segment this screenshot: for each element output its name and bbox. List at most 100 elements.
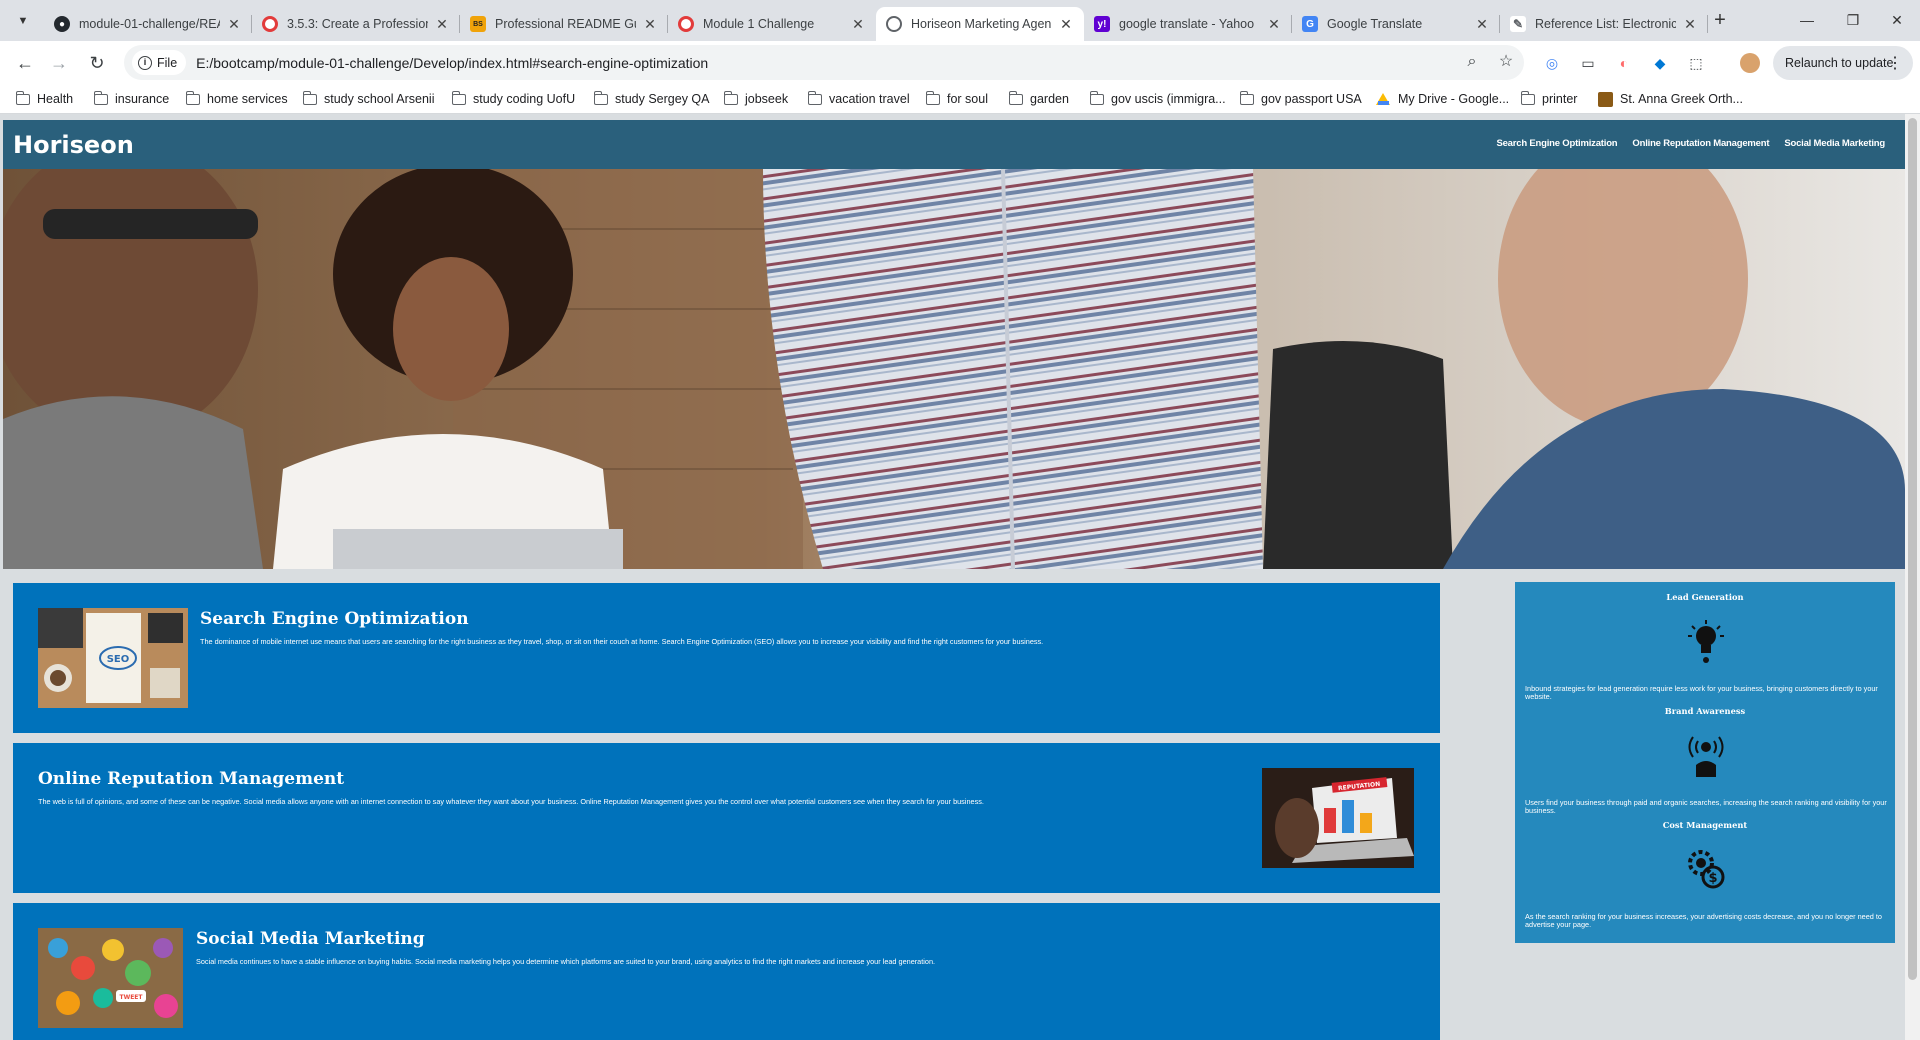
tab-strip: ▼ ● module-01-challenge/REA ✕ 3.5.3: Cre… <box>0 0 1920 41</box>
media-icon[interactable]: ▭ <box>1578 53 1598 73</box>
tab-list: ● module-01-challenge/REA ✕ 3.5.3: Creat… <box>44 4 1708 41</box>
new-tab-button[interactable]: + <box>1707 8 1733 34</box>
section-text: The dominance of mobile internet use mea… <box>200 637 1044 646</box>
tab[interactable]: 3.5.3: Create a Professiona ✕ <box>252 7 460 41</box>
close-icon[interactable]: ✕ <box>850 16 866 33</box>
close-icon[interactable]: ✕ <box>1474 16 1490 33</box>
tab[interactable]: G Google Translate ✕ <box>1292 7 1500 41</box>
folder-icon <box>1089 90 1104 105</box>
canvas-icon <box>262 16 278 32</box>
bookmark-folder[interactable]: gov passport USA <box>1239 90 1362 108</box>
tab-title: Horiseon Marketing Agen <box>911 17 1052 31</box>
close-icon[interactable]: ✕ <box>1266 16 1282 33</box>
browser-toolbar: ← → ↻ i File E:/bootcamp/module-01-chall… <box>0 41 1920 84</box>
bookmark-folder[interactable]: gov uscis (immigra... <box>1089 90 1226 108</box>
vscode-icon[interactable]: ◆ <box>1650 53 1670 73</box>
nav-link-social[interactable]: Social Media Marketing <box>1784 138 1885 149</box>
tab-title: module-01-challenge/REA <box>79 17 220 31</box>
benefit-title: Cost Management <box>1662 820 1748 830</box>
site-header: Horiseon Search Engine Optimization Onli… <box>3 120 1905 169</box>
screen-capture-icon[interactable]: ◐ <box>1614 53 1634 73</box>
reload-button[interactable]: ↻ <box>84 50 110 76</box>
hero-image <box>3 169 1905 569</box>
bookmark-folder[interactable]: for soul <box>925 90 988 108</box>
tab[interactable]: y! google translate - Yahoo ✕ <box>1084 7 1292 41</box>
bookmark-folder[interactable]: Health <box>15 90 73 108</box>
bookmark-folder[interactable]: vacation travel <box>807 90 910 108</box>
tab[interactable]: ● module-01-challenge/REA ✕ <box>44 7 252 41</box>
close-icon[interactable]: ✕ <box>434 16 450 33</box>
minimize-button[interactable]: — <box>1784 8 1830 32</box>
bookmark-folder[interactable]: insurance <box>93 90 169 108</box>
bookmark-folder[interactable]: study Sergey QA <box>593 90 710 108</box>
bookmark-label: for soul <box>947 92 988 106</box>
folder-icon <box>93 90 108 105</box>
bookmark-label: gov uscis (immigra... <box>1111 92 1226 106</box>
star-icon[interactable]: ☆ <box>1495 51 1517 73</box>
folder-icon <box>1520 90 1535 105</box>
close-icon[interactable]: ✕ <box>1058 16 1074 33</box>
benefit-title: Lead Generation <box>1666 592 1744 602</box>
folder-icon <box>1008 90 1023 105</box>
section-reputation: Online Reputation Management The web is … <box>13 743 1440 893</box>
bookmark-label: study school Arsenii <box>324 92 435 106</box>
church-icon <box>1598 91 1613 107</box>
scrollbar-thumb[interactable] <box>1908 118 1917 980</box>
nav-link-seo[interactable]: Search Engine Optimization <box>1496 138 1617 149</box>
chevron-down-icon: ▼ <box>17 15 29 27</box>
benefit-text: Inbound strategies for lead generation r… <box>1525 684 1878 701</box>
restore-button[interactable]: ❐ <box>1830 8 1876 32</box>
address-bar[interactable]: i File E:/bootcamp/module-01-challenge/D… <box>124 45 1524 80</box>
bookmark-label: study coding UofU <box>473 92 576 106</box>
section-social: TWEET Social Media Marketing Social medi… <box>13 903 1440 1040</box>
bookmark-folder[interactable]: study coding UofU <box>451 90 576 108</box>
tab-title: Reference List: Electronic <box>1535 17 1676 31</box>
nav-link-reputation[interactable]: Online Reputation Management <box>1632 138 1769 149</box>
tab[interactable]: BS Professional README Gui ✕ <box>460 7 668 41</box>
seo-image-label: SEO <box>107 654 130 665</box>
bookmark-label: St. Anna Greek Orth... <box>1620 92 1743 106</box>
bookmark-link[interactable]: My Drive - Google... <box>1376 90 1509 108</box>
bookmark-folder[interactable]: study school Arsenii <box>302 90 435 108</box>
puzzle-icon[interactable]: ⬚ <box>1686 53 1706 73</box>
bookmark-folder[interactable]: jobseek <box>723 90 789 108</box>
tab-search-button[interactable]: ▼ <box>10 9 36 33</box>
more-icon[interactable]: ⋮ <box>1887 53 1903 73</box>
bookmark-label: jobseek <box>745 92 789 106</box>
relaunch-button[interactable]: Relaunch to update ⋮ <box>1773 46 1913 80</box>
tab[interactable]: ✎ Reference List: Electronic ✕ <box>1500 7 1708 41</box>
tab[interactable]: Module 1 Challenge ✕ <box>668 7 876 41</box>
page-viewport: Horiseon Search Engine Optimization Onli… <box>0 114 1920 1040</box>
section-title: Online Reputation Management <box>38 769 345 789</box>
bookmark-label: vacation travel <box>829 92 910 106</box>
bookmark-folder[interactable]: garden <box>1008 90 1069 108</box>
folder-icon <box>925 90 940 105</box>
zoom-icon[interactable]: ⌕ <box>1461 51 1483 73</box>
tab-active[interactable]: Horiseon Marketing Agen ✕ <box>876 7 1084 41</box>
benefits-sidebar: Lead Generation Inbound strategies for l… <box>1515 582 1895 943</box>
extension-icon[interactable]: ◎ <box>1542 53 1562 73</box>
bookmarks-bar: Health insurance home services study sch… <box>0 84 1920 114</box>
folder-icon <box>15 90 30 105</box>
bookmark-folder[interactable]: home services <box>185 90 288 108</box>
close-icon[interactable]: ✕ <box>1682 16 1698 33</box>
avatar[interactable] <box>1740 53 1760 73</box>
site-info-chip[interactable]: i File <box>132 50 187 75</box>
broadcast-person-icon <box>1688 736 1724 777</box>
bookmark-link[interactable]: St. Anna Greek Orth... <box>1598 90 1743 108</box>
bookmark-folder[interactable]: printer <box>1520 90 1577 108</box>
forward-button[interactable]: → <box>46 50 72 76</box>
yahoo-icon: y! <box>1094 16 1110 32</box>
reputation-image: REPUTATION <box>1262 768 1414 868</box>
tab-title: Google Translate <box>1327 17 1423 31</box>
seo-image: SEO <box>38 608 188 708</box>
globe-icon <box>886 16 902 32</box>
site-logo[interactable]: Horiseon <box>13 131 134 159</box>
bookmark-label: gov passport USA <box>1261 92 1362 106</box>
close-window-button[interactable]: ✕ <box>1874 8 1920 32</box>
close-icon[interactable]: ✕ <box>226 16 242 33</box>
url-text[interactable]: E:/bootcamp/module-01-challenge/Develop/… <box>196 55 708 71</box>
close-icon[interactable]: ✕ <box>642 16 658 33</box>
page-scrollbar[interactable] <box>1905 114 1920 1040</box>
back-button[interactable]: ← <box>12 50 38 76</box>
